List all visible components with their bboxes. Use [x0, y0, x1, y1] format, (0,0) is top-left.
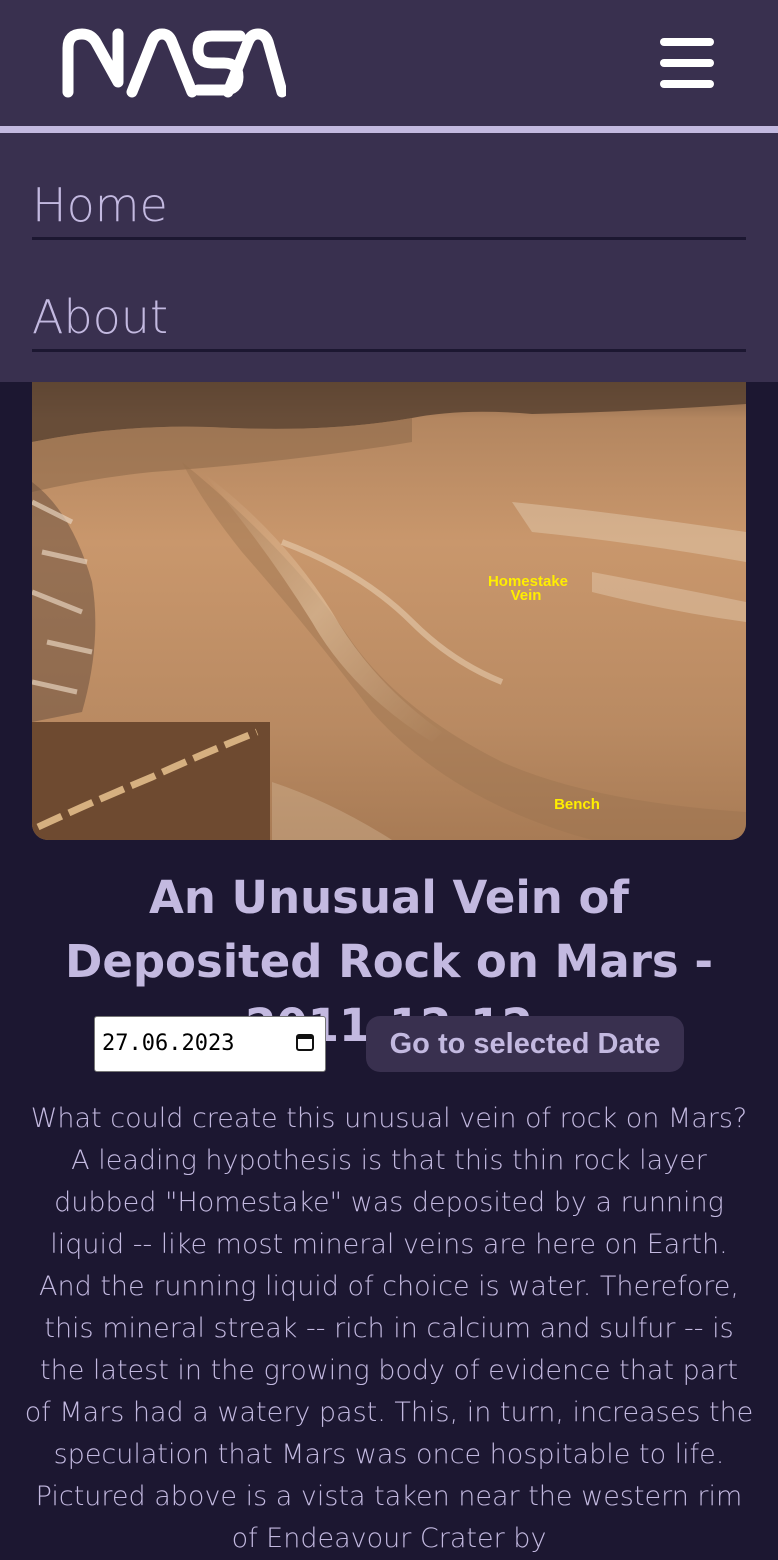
nav-item-about[interactable]: About: [32, 285, 746, 352]
date-value: 27.06.2023: [102, 1031, 235, 1056]
calendar-icon[interactable]: [295, 1032, 315, 1052]
nav-item-home[interactable]: Home: [32, 173, 746, 240]
nasa-logo[interactable]: [62, 28, 286, 98]
date-picker-input[interactable]: 27.06.2023: [94, 1016, 326, 1072]
apod-explanation: What could create this unusual vein of r…: [24, 1103, 754, 1554]
vein-label-line2: Vein: [511, 587, 542, 604]
site-header: [0, 0, 778, 126]
bench-label: Bench: [554, 796, 600, 813]
apod-image: Homestake Vein Bench: [32, 382, 746, 840]
go-to-date-button[interactable]: Go to selected Date: [366, 1016, 684, 1072]
hamburger-menu-icon[interactable]: [652, 30, 722, 96]
nav-menu: Home About: [0, 133, 778, 382]
header-divider: [0, 126, 778, 133]
